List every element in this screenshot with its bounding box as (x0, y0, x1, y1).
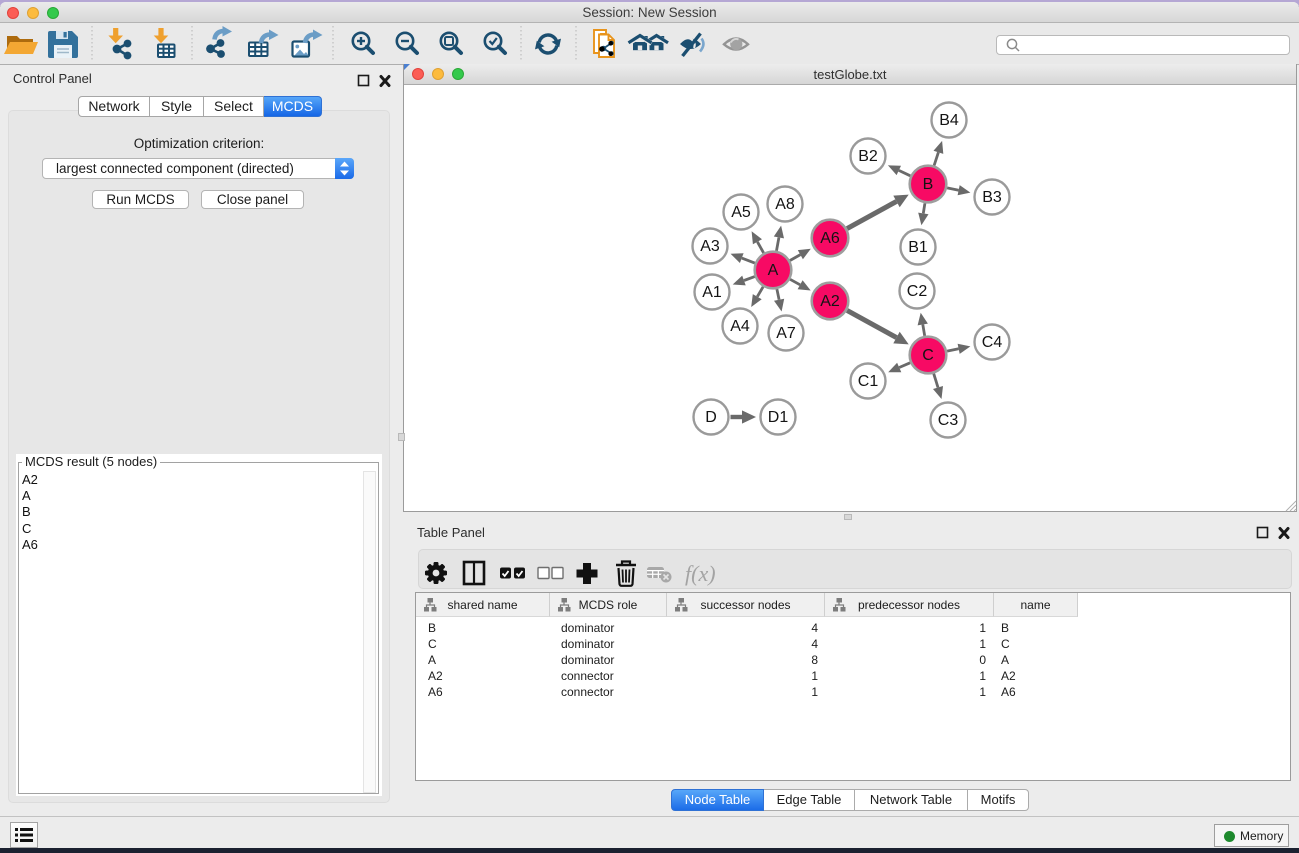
svg-text:B1: B1 (908, 239, 928, 256)
svg-text:A4: A4 (730, 318, 750, 335)
svg-text:C1: C1 (858, 373, 879, 390)
svg-text:C3: C3 (938, 412, 959, 429)
svg-text:C2: C2 (907, 283, 928, 300)
svg-text:A6: A6 (820, 230, 840, 247)
svg-text:A7: A7 (776, 325, 796, 342)
svg-text:A5: A5 (731, 204, 751, 221)
svg-text:B2: B2 (858, 148, 878, 165)
svg-text:D: D (705, 409, 717, 426)
svg-text:D1: D1 (768, 409, 789, 426)
svg-text:A: A (768, 262, 779, 279)
svg-text:B3: B3 (982, 189, 1002, 206)
svg-text:B4: B4 (939, 112, 959, 129)
svg-text:C: C (922, 347, 934, 364)
svg-text:f(x): f(x) (685, 561, 716, 586)
svg-text:C4: C4 (982, 334, 1003, 351)
svg-text:A8: A8 (775, 196, 795, 213)
svg-text:B: B (923, 176, 934, 193)
svg-text:A3: A3 (700, 238, 720, 255)
svg-text:A2: A2 (820, 293, 840, 310)
svg-text:A1: A1 (702, 284, 722, 301)
